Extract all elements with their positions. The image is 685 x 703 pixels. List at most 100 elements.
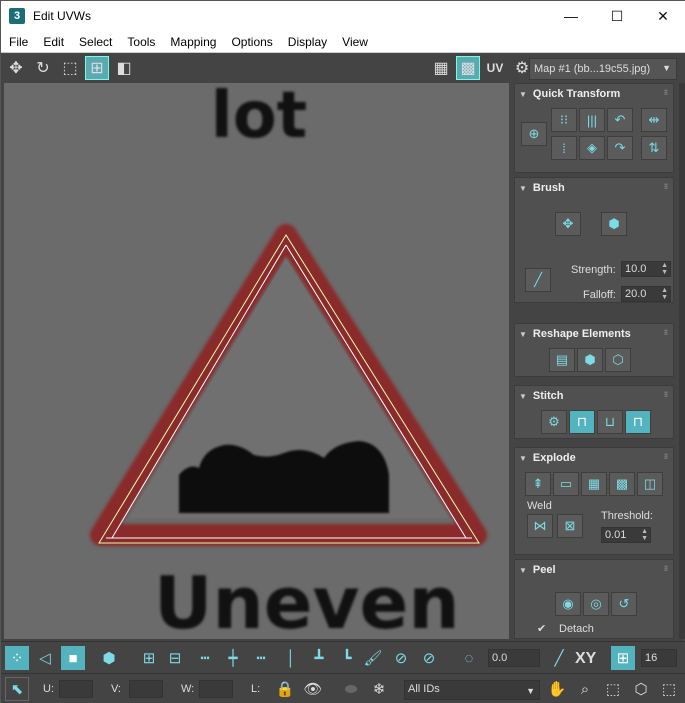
menu-options[interactable]: Options (223, 35, 279, 49)
stitch-header[interactable]: ▼ Stitch ⁝⁝ (515, 386, 673, 406)
map-select-dropdown[interactable]: Map #1 (bb...19c55.jpg) ▼ (529, 58, 677, 80)
element-mode-icon[interactable]: ⬢ (97, 646, 121, 670)
material-id-dropdown[interactable]: All IDs ▼ (404, 680, 540, 700)
zoom-selected-icon[interactable]: ⬚ (657, 677, 681, 701)
vertex-mode-icon[interactable]: ⁘ (5, 646, 29, 670)
lock-icon[interactable]: 🔒 (273, 677, 297, 701)
texture-checker-icon[interactable]: ▩ (456, 56, 480, 80)
unfold-icon[interactable]: ◫ (637, 472, 663, 496)
flatten-icon[interactable]: ▦ (581, 472, 607, 496)
checker-flatten-icon[interactable]: ▩ (609, 472, 635, 496)
polygon-mode-icon[interactable]: ■ (61, 646, 85, 670)
scale-icon[interactable]: ⬚ (58, 56, 82, 80)
zoom-icon[interactable]: ⌕ (573, 677, 597, 701)
w-field[interactable] (199, 680, 233, 698)
align-v-icon[interactable]: ⁞ (551, 136, 577, 160)
shrink-select-icon[interactable]: ⊟ (163, 646, 187, 670)
paint-move-icon[interactable]: ✥ (555, 212, 581, 236)
pan-icon[interactable]: ✋ (545, 677, 569, 701)
brush-header[interactable]: ▼ Brush ⁝⁝ (515, 178, 673, 198)
brush-size-icon[interactable]: ⊘ (389, 646, 413, 670)
threshold-spinner[interactable]: 0.01 ▲ ▼ (601, 527, 651, 543)
brush-line-icon[interactable]: ╱ (525, 268, 551, 292)
explode-header[interactable]: ▼ Explode ⁝⁝ (515, 448, 673, 468)
relax-icon[interactable]: ⬢ (577, 348, 603, 372)
pivot-icon[interactable]: ◈ (579, 136, 605, 160)
falloff-spinner[interactable]: 20.0 ▲ ▼ (621, 286, 671, 302)
transform-mode-icon[interactable]: ⬉ (5, 677, 29, 701)
eye-icon[interactable]: 👁 (301, 677, 325, 701)
align-center-icon[interactable]: ⊕ (521, 122, 547, 146)
menu-display[interactable]: Display (280, 35, 334, 49)
detach-checkbox[interactable]: ✔ (537, 622, 546, 635)
quick-transform-header[interactable]: ▼ Quick Transform ⁝⁝ (515, 84, 673, 104)
weld-target-icon[interactable]: ⊠ (557, 514, 583, 538)
quick-peel-icon[interactable]: ◉ (555, 592, 581, 616)
grid-snap-icon[interactable]: ⊞ (611, 646, 635, 670)
reshape-elements-rollout: ▼ Reshape Elements ⁝⁝ ▤ ⬢ ⬡ (514, 323, 674, 377)
rotate-ccw-icon[interactable]: ↶ (607, 108, 633, 132)
stitch-average-icon[interactable]: ⊔ (597, 410, 623, 434)
mirror-icon[interactable]: ◧ (112, 56, 136, 80)
uv-toggle-button[interactable]: UV (483, 56, 507, 80)
select-overlap-icon[interactable]: ┗ (335, 646, 359, 670)
break-icon[interactable]: ⇞ (525, 472, 551, 496)
reshape-header[interactable]: ▼ Reshape Elements ⁝⁝ (515, 324, 673, 344)
rotate-icon[interactable]: ↻ (31, 56, 55, 80)
select-by-icon[interactable]: ┻ (307, 646, 331, 670)
close-button[interactable]: ✕ (640, 1, 685, 31)
brush-falloff-icon[interactable]: ⊘ (417, 646, 441, 670)
uv-viewport[interactable]: lot Uneven (4, 83, 509, 639)
road-sign-graphic (90, 224, 487, 546)
flip-v-icon[interactable]: ⇅ (641, 136, 667, 160)
line-icon[interactable]: ╱ (547, 646, 571, 670)
align-h-icon[interactable]: ⁝⁝ (551, 108, 577, 132)
menu-view[interactable]: View (334, 35, 375, 49)
stitch-to-target-icon[interactable]: ⊓ (569, 410, 595, 434)
menu-file[interactable]: File (1, 35, 35, 49)
u-field[interactable] (59, 680, 93, 698)
flip-h-icon[interactable]: ⇹ (641, 108, 667, 132)
rotate-cw-icon[interactable]: ↷ (607, 136, 633, 160)
weld-selected-icon[interactable]: ⋈ (527, 514, 553, 538)
bottom-toolbar-2: ⬉ U: V: W: L: 🔒 👁 ⬬ ❄ All IDs ▼ ✋ ⌕ ⬚ ⬡ ⬚ (1, 673, 685, 703)
move-icon[interactable]: ✥ (4, 56, 28, 80)
relax-settings-icon[interactable]: ⬡ (605, 348, 631, 372)
angle-field[interactable]: 0.0 (488, 649, 540, 667)
hide-icon[interactable]: ⬬ (339, 677, 363, 701)
xy-toggle[interactable]: XY (575, 650, 596, 668)
stitch-custom-icon[interactable]: ⚙ (541, 410, 567, 434)
freeze-icon[interactable]: ❄ (367, 677, 391, 701)
loop-select-icon[interactable]: ┿ (221, 646, 245, 670)
minimize-button[interactable]: — (548, 1, 594, 31)
freeform-icon[interactable]: ⊞ (85, 56, 109, 80)
edge-select-icon[interactable]: ┅ (249, 646, 273, 670)
grid-size-field[interactable]: 16 (641, 649, 677, 667)
peel-header[interactable]: ▼ Peel ⁝⁝ (515, 560, 673, 580)
angle-snap-icon[interactable]: ◌ (457, 646, 481, 670)
detach-edge-icon[interactable]: ▭ (553, 472, 579, 496)
relax-brush-icon[interactable]: ⬢ (601, 212, 627, 236)
reset-peel-icon[interactable]: ↺ (611, 592, 637, 616)
panel-scrollbar[interactable] (679, 83, 685, 639)
strength-spinner[interactable]: 10.0 ▲ ▼ (621, 261, 671, 277)
zoom-extents-icon[interactable]: ⬡ (629, 677, 653, 701)
menu-edit[interactable]: Edit (35, 35, 71, 49)
peel-mode-icon[interactable]: ◎ (583, 592, 609, 616)
straighten-icon[interactable]: ▤ (549, 348, 575, 372)
stitch-to-source-icon[interactable]: ⊓ (625, 410, 651, 434)
menu-tools[interactable]: Tools (119, 35, 162, 49)
ring-select-icon[interactable]: ┅ (193, 646, 217, 670)
edge-mode-icon[interactable]: ◁ (33, 646, 57, 670)
zoom-region-icon[interactable]: ⬚ (601, 677, 625, 701)
divider-icon: │ (286, 649, 296, 667)
menu-mapping[interactable]: Mapping (162, 35, 223, 49)
v-field[interactable] (129, 680, 163, 698)
space-h-icon[interactable]: ||| (579, 108, 605, 132)
grow-select-icon[interactable]: ⊞ (137, 646, 161, 670)
paint-select-icon[interactable]: 🖌 (361, 646, 385, 670)
menu-select[interactable]: Select (71, 35, 119, 49)
texture-text-bottom: Uneven (154, 561, 460, 639)
maximize-button[interactable]: ☐ (594, 1, 640, 31)
checker-icon[interactable]: ▦ (429, 56, 453, 80)
